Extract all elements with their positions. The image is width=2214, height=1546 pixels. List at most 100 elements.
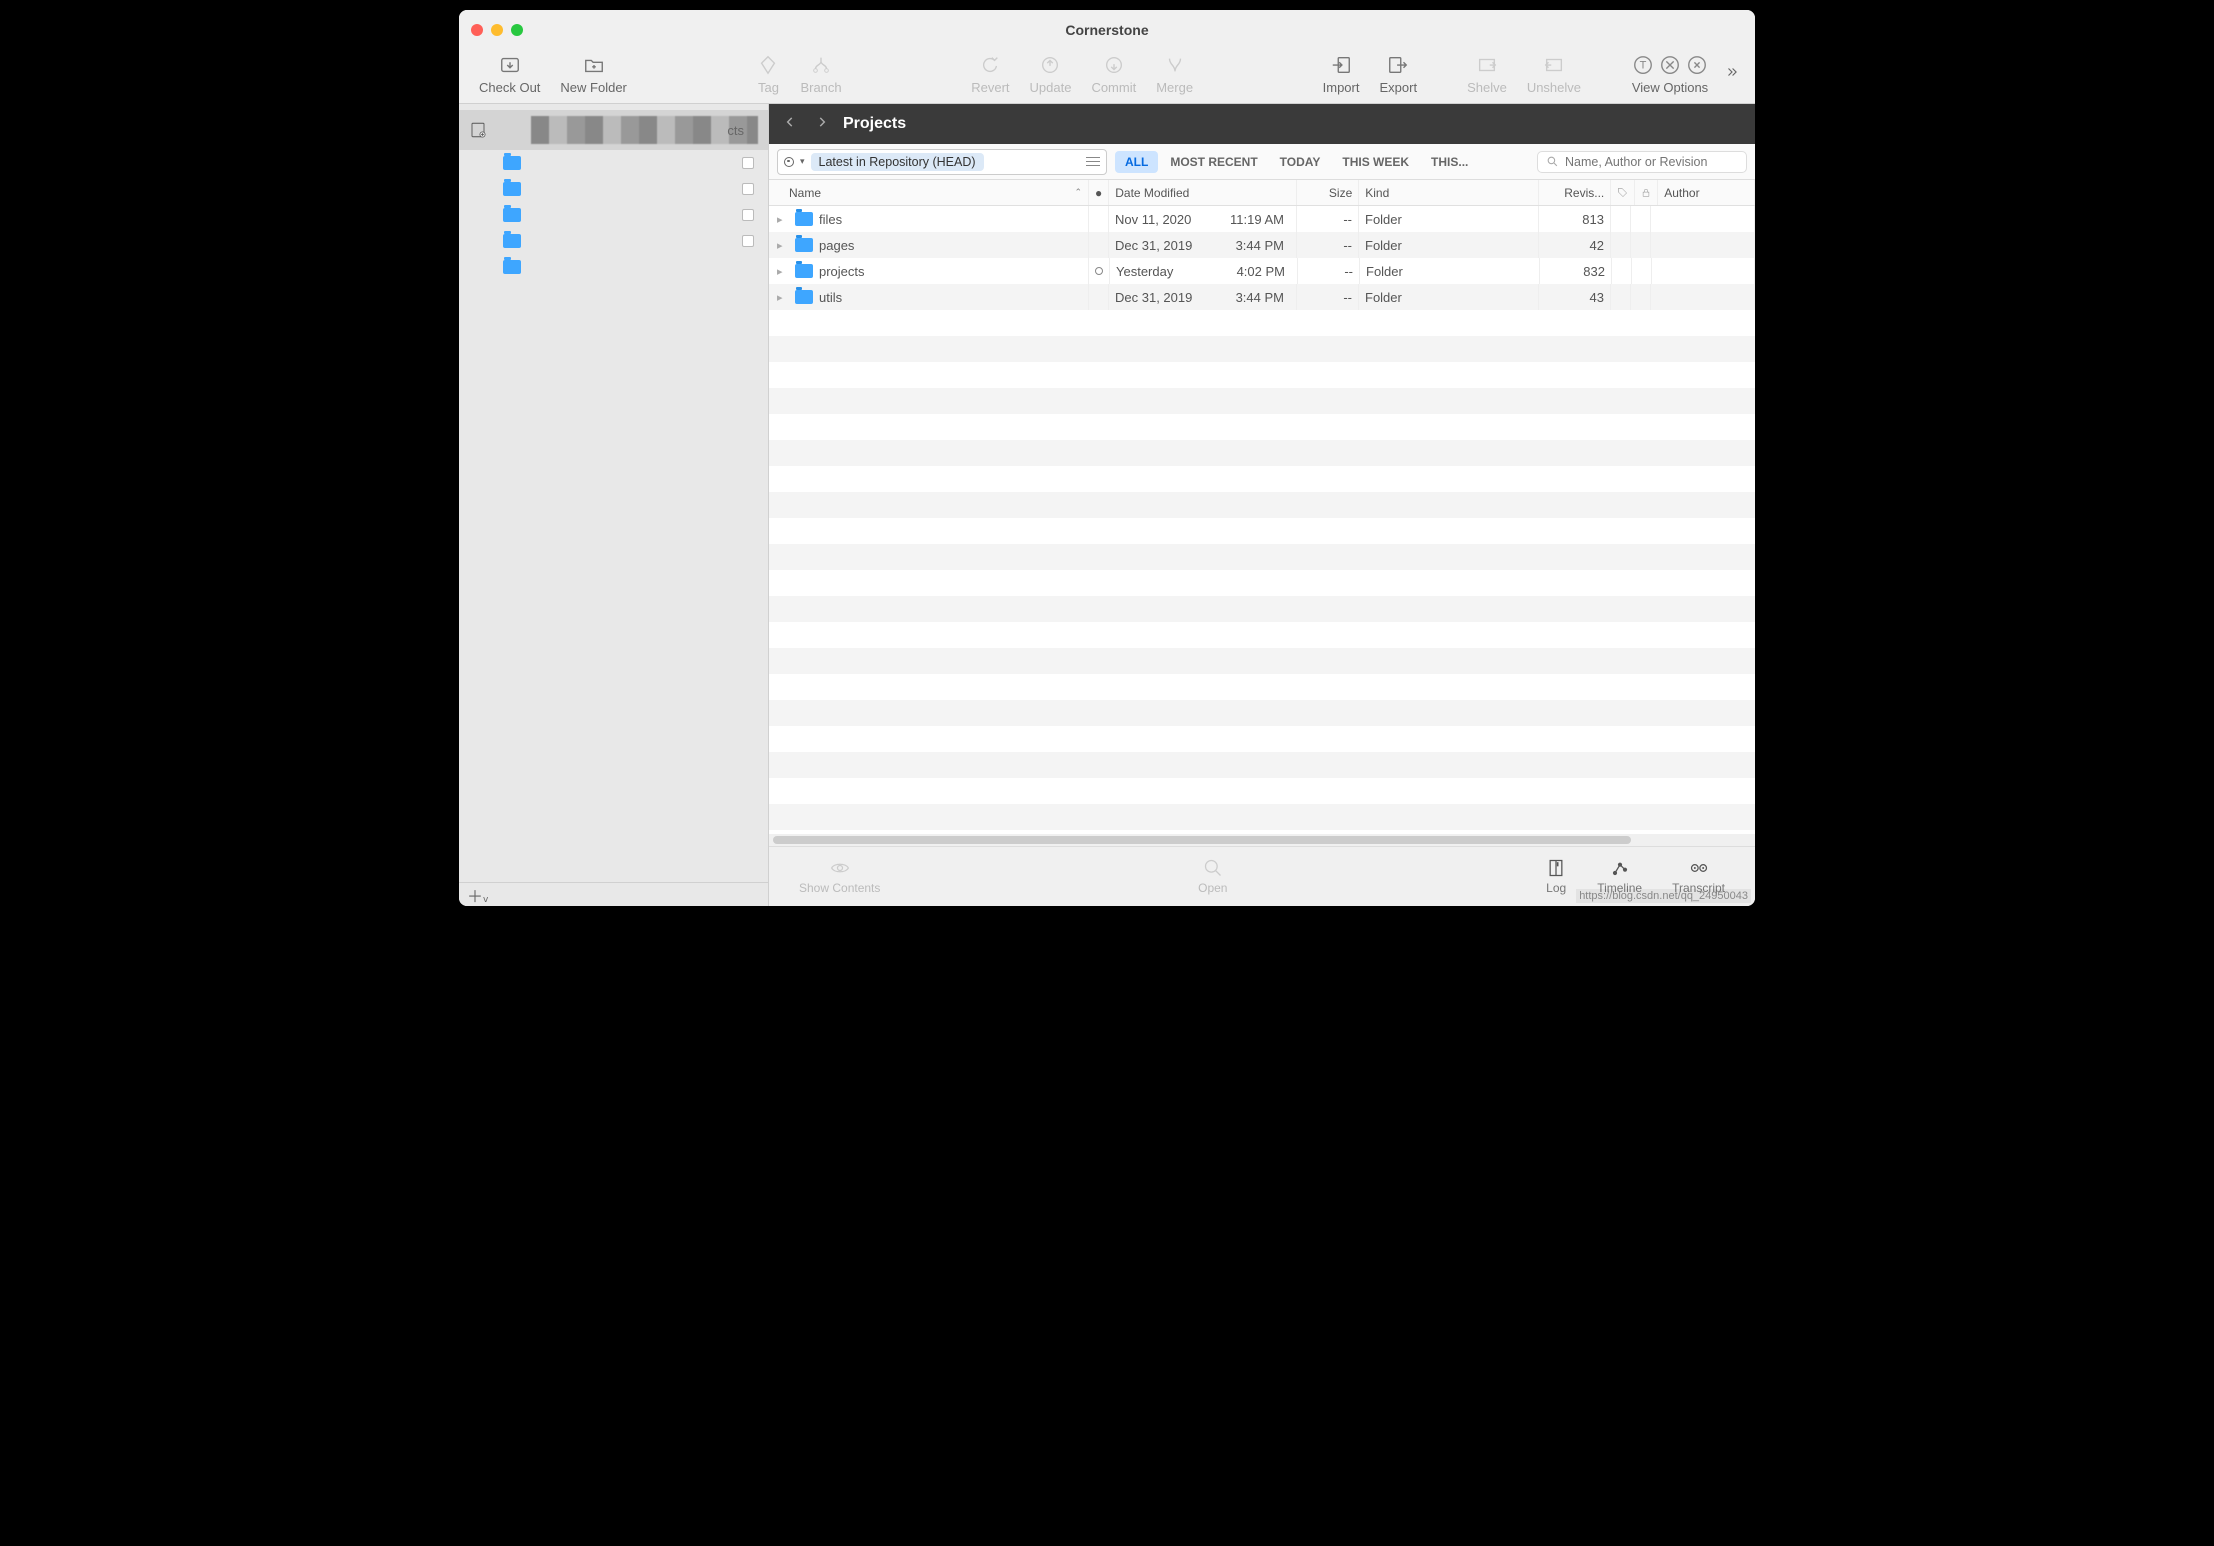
sidebar-folder-item[interactable] — [503, 150, 768, 176]
unshelve-button[interactable]: Unshelve — [1517, 54, 1591, 95]
filter-tab-today[interactable]: TODAY — [1270, 151, 1331, 173]
viewoptions-label: View Options — [1632, 80, 1708, 95]
filter-tab-week[interactable]: THIS WEEK — [1332, 151, 1419, 173]
import-button[interactable]: Import — [1313, 54, 1370, 95]
list-menu-icon — [1086, 157, 1100, 167]
sidebar-folder-item[interactable] — [503, 176, 768, 202]
scrollbar-thumb[interactable] — [773, 836, 1631, 844]
repo-icon — [469, 121, 487, 139]
header-lock-icon[interactable] — [1635, 180, 1658, 205]
newfolder-button[interactable]: New Folder — [550, 54, 636, 95]
row-time: 3:44 PM — [1236, 238, 1284, 253]
disclosure-icon[interactable]: ▸ — [777, 239, 789, 252]
checkbox[interactable] — [742, 183, 754, 195]
open-button[interactable]: Open — [1198, 858, 1227, 895]
horizontal-scrollbar[interactable] — [769, 834, 1755, 846]
revert-button[interactable]: Revert — [961, 54, 1019, 95]
log-button[interactable]: Log — [1545, 858, 1567, 895]
revision-selector[interactable]: ▾ Latest in Repository (HEAD) — [777, 149, 1107, 175]
export-button[interactable]: Export — [1369, 54, 1427, 95]
row-time: 11:19 AM — [1230, 212, 1284, 227]
tag-button[interactable]: Tag — [746, 54, 790, 95]
header-status[interactable]: ● — [1089, 180, 1109, 205]
minimize-window-button[interactable] — [491, 24, 503, 36]
row-date: Dec 31, 2019 — [1115, 238, 1192, 253]
revision-tag: Latest in Repository (HEAD) — [811, 153, 984, 171]
search-box[interactable] — [1537, 151, 1747, 173]
disclosure-icon[interactable]: ▸ — [777, 291, 789, 304]
commit-button[interactable]: Commit — [1081, 54, 1146, 95]
row-size: -- — [1297, 232, 1359, 258]
sidebar-folder-item[interactable] — [503, 228, 768, 254]
toolbar: Check Out New Folder Tag Branch Revert U… — [459, 50, 1755, 104]
table-row[interactable]: ▸ projects Yesterday4:02 PM -- Folder 83… — [769, 258, 1755, 284]
viewoptions-button[interactable]: T View Options — [1621, 54, 1719, 95]
sidebar-folder-item[interactable] — [503, 254, 768, 280]
header-size[interactable]: Size — [1297, 180, 1359, 205]
sidebar-subitems — [459, 150, 768, 280]
checkbox[interactable] — [742, 157, 754, 169]
search-icon — [1546, 155, 1559, 168]
disclosure-icon[interactable]: ▸ — [777, 213, 789, 226]
row-time: 3:44 PM — [1236, 290, 1284, 305]
header-kind[interactable]: Kind — [1359, 180, 1539, 205]
header-date[interactable]: Date Modified — [1109, 180, 1297, 205]
branch-button[interactable]: Branch — [790, 54, 851, 95]
update-icon — [1038, 54, 1062, 76]
branch-label: Branch — [800, 80, 841, 95]
path-bar: Projects — [769, 104, 1755, 144]
header-author[interactable]: Author — [1658, 180, 1755, 205]
main-body: cts ＋ⅴ Projects — [459, 104, 1755, 906]
window-title: Cornerstone — [459, 22, 1755, 38]
revert-icon — [978, 54, 1002, 76]
row-name: utils — [819, 290, 842, 305]
shelve-button[interactable]: Shelve — [1457, 54, 1517, 95]
update-label: Update — [1030, 80, 1072, 95]
zoom-window-button[interactable] — [511, 24, 523, 36]
row-name: projects — [819, 264, 865, 279]
table-row[interactable]: ▸ pages Dec 31, 20193:44 PM -- Folder 42 — [769, 232, 1755, 258]
table-body: ▸ files Nov 11, 202011:19 AM -- Folder 8… — [769, 206, 1755, 834]
tag-icon — [756, 54, 780, 76]
disclosure-icon[interactable]: ▸ — [777, 265, 789, 278]
export-icon — [1386, 54, 1410, 76]
row-date: Dec 31, 2019 — [1115, 290, 1192, 305]
toolbar-overflow-button[interactable] — [1719, 65, 1745, 84]
show-contents-button[interactable]: Show Contents — [799, 858, 880, 895]
tag-label: Tag — [758, 80, 779, 95]
nav-forward-button[interactable] — [811, 113, 833, 136]
unshelve-label: Unshelve — [1527, 80, 1581, 95]
traffic-lights — [459, 24, 523, 36]
lock-icon — [1641, 187, 1651, 198]
merge-button[interactable]: Merge — [1146, 54, 1203, 95]
close-window-button[interactable] — [471, 24, 483, 36]
unshelve-icon — [1542, 54, 1566, 76]
checkbox[interactable] — [742, 209, 754, 221]
header-name[interactable]: Name⌃ — [769, 180, 1089, 205]
checkout-button[interactable]: Check Out — [469, 54, 550, 95]
filter-tab-recent[interactable]: MOST RECENT — [1160, 151, 1267, 173]
watermark: https://blog.csdn.net/qq_24950043 — [1576, 889, 1751, 903]
checkbox[interactable] — [742, 235, 754, 247]
sidebar-repo-item[interactable]: cts — [459, 110, 768, 150]
viewoptions-icon: T — [1631, 54, 1709, 76]
branch-icon — [809, 54, 833, 76]
transcript-icon — [1688, 858, 1710, 878]
sidebar-folder-item[interactable] — [503, 202, 768, 228]
nav-back-button[interactable] — [779, 113, 801, 136]
search-input[interactable] — [1565, 155, 1738, 169]
export-label: Export — [1379, 80, 1417, 95]
folder-icon — [503, 156, 521, 170]
filter-tab-all[interactable]: ALL — [1115, 151, 1158, 173]
header-tag-icon[interactable] — [1611, 180, 1635, 205]
filter-tab-this[interactable]: THIS... — [1421, 151, 1478, 173]
update-button[interactable]: Update — [1020, 54, 1082, 95]
row-kind: Folder — [1359, 284, 1539, 310]
header-revision[interactable]: Revis... — [1539, 180, 1611, 205]
repo-suffix: cts — [727, 123, 744, 138]
table-row[interactable]: ▸ files Nov 11, 202011:19 AM -- Folder 8… — [769, 206, 1755, 232]
modified-indicator — [1095, 267, 1103, 275]
merge-icon — [1163, 54, 1187, 76]
table-row[interactable]: ▸ utils Dec 31, 20193:44 PM -- Folder 43 — [769, 284, 1755, 310]
add-button[interactable]: ＋ⅴ — [467, 883, 488, 907]
